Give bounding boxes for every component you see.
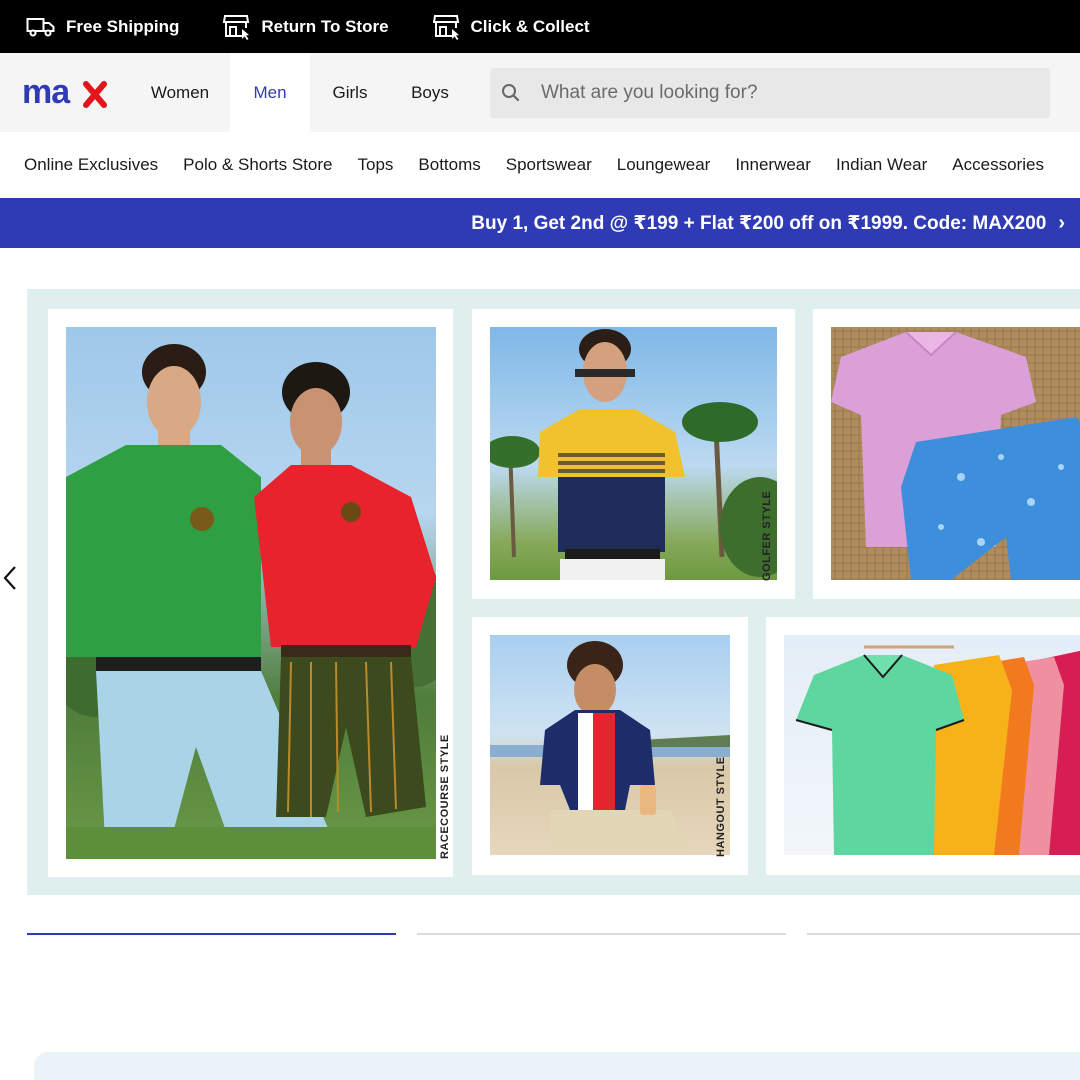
category-sportswear[interactable]: Sportswear (506, 155, 592, 175)
max-logo[interactable]: ma (0, 53, 130, 132)
racecourse-photo (66, 327, 436, 859)
category-loungewear[interactable]: Loungewear (617, 155, 711, 175)
category-innerwear[interactable]: Innerwear (735, 155, 811, 175)
store-icon (432, 14, 459, 40)
category-polo-shorts-store[interactable]: Polo & Shorts Store (183, 155, 332, 175)
category-tops[interactable]: Tops (357, 155, 393, 175)
hangout-photo (490, 635, 730, 855)
chevron-left-icon (3, 566, 16, 590)
category-nav: Online Exclusives Polo & Shorts Store To… (0, 132, 1080, 198)
category-indian-wear[interactable]: Indian Wear (836, 155, 927, 175)
hanging-polos-card[interactable] (766, 617, 1080, 875)
racecourse-caption: RACECOURSE STYLE (439, 734, 451, 859)
search-box[interactable] (490, 68, 1050, 118)
promo-text: Buy 1, Get 2nd @ ₹199 + Flat ₹200 off on… (471, 212, 1047, 234)
category-bottoms[interactable]: Bottoms (418, 155, 480, 175)
click-collect-link[interactable]: Click & Collect (432, 14, 590, 40)
tab-girls-label: Girls (332, 82, 368, 102)
main-header: ma Women Men Girls Boys (0, 53, 1080, 132)
click-collect-label: Click & Collect (470, 16, 590, 36)
flatlay-card[interactable] (813, 309, 1080, 599)
golfer-photo (490, 327, 777, 580)
hanging-polos-photo (784, 635, 1080, 855)
search-icon[interactable] (501, 83, 521, 103)
tab-boys[interactable]: Boys (390, 53, 470, 132)
carousel-indicator-1[interactable] (27, 933, 396, 935)
tab-men[interactable]: Men (230, 53, 310, 132)
carousel-indicator-2[interactable] (417, 933, 786, 935)
free-shipping-label: Free Shipping (66, 16, 180, 36)
promo-banner[interactable]: Buy 1, Get 2nd @ ₹199 + Flat ₹200 off on… (0, 198, 1080, 248)
tab-women-label: Women (150, 82, 210, 102)
chevron-right-icon[interactable]: › (1058, 212, 1065, 235)
svg-text:ma: ma (22, 78, 71, 108)
search-input[interactable] (541, 82, 1021, 104)
hangout-style-card[interactable]: HANGOUT STYLE (472, 617, 748, 875)
golfer-style-card[interactable]: GOLFER STYLE (472, 309, 795, 599)
free-shipping-link[interactable]: Free Shipping (26, 16, 179, 38)
store-icon (223, 14, 250, 40)
carousel-prev-button[interactable] (0, 563, 20, 593)
tab-women[interactable]: Women (130, 53, 230, 132)
truck-icon (26, 17, 55, 36)
hero-banner[interactable]: RACECOURSE STYLE GOLFER STYLE HANGOUT ST… (27, 289, 1080, 895)
racecourse-style-card[interactable]: RACECOURSE STYLE (48, 309, 453, 877)
return-to-store-label: Return To Store (261, 16, 389, 36)
tab-men-label: Men (253, 82, 287, 102)
golfer-caption: GOLFER STYLE (761, 490, 773, 581)
next-section-panel (34, 1052, 1080, 1080)
hangout-caption: HANGOUT STYLE (715, 756, 727, 857)
tab-girls[interactable]: Girls (310, 53, 390, 132)
category-accessories[interactable]: Accessories (952, 155, 1044, 175)
return-to-store-link[interactable]: Return To Store (223, 14, 389, 40)
top-utility-bar: Free Shipping Return To Store Click & Co… (0, 0, 1080, 53)
carousel-indicator-3[interactable] (807, 933, 1080, 935)
tab-boys-label: Boys (411, 82, 449, 102)
category-online-exclusives[interactable]: Online Exclusives (24, 155, 158, 175)
flatlay-photo (831, 327, 1080, 580)
